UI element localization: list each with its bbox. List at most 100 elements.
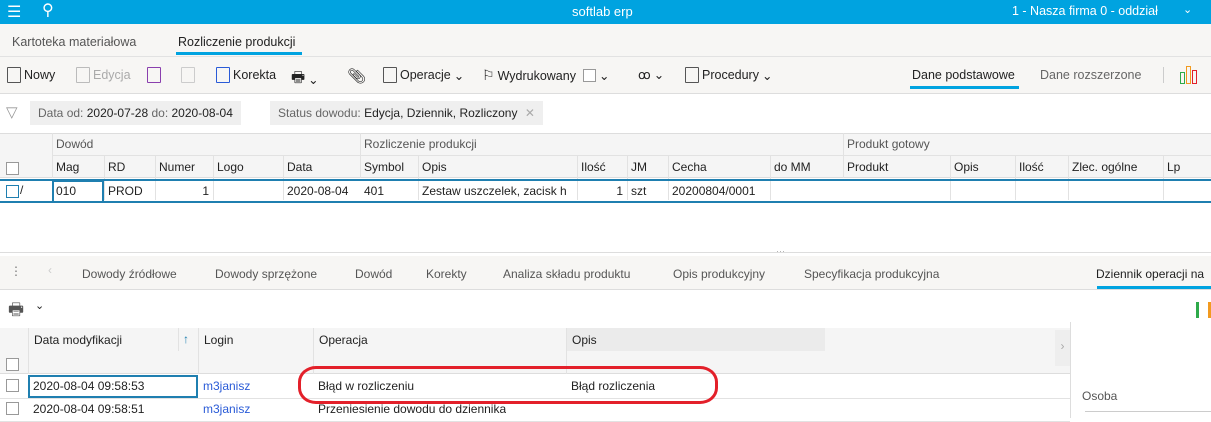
column-header[interactable]: Zlec. ogólne bbox=[1072, 160, 1161, 174]
attach-button[interactable]: 📎︎ bbox=[347, 67, 366, 85]
chevron-down-icon: ⌄ bbox=[308, 73, 319, 87]
app-title: softlab erp bbox=[572, 4, 633, 19]
log-column-header[interactable]: Opis bbox=[572, 333, 597, 347]
column-header[interactable]: Cecha bbox=[672, 160, 768, 174]
login-link[interactable]: m3janisz bbox=[203, 379, 250, 393]
column-header[interactable]: Data bbox=[287, 160, 358, 174]
log-cell: Przeniesienie dowodu do dziennika bbox=[318, 402, 507, 416]
side-panel bbox=[1070, 322, 1211, 418]
person-field-underline[interactable] bbox=[1085, 411, 1211, 412]
log-column-header[interactable]: Login bbox=[204, 333, 233, 347]
column-header[interactable]: Symbol bbox=[364, 160, 416, 174]
toolbar: Nowy Edycja Korekta 🖶 ⌄ 📎︎ Operacje ⌄ ⚐ Wyd… bbox=[0, 57, 1211, 94]
printer-icon: 🖶 bbox=[291, 69, 306, 86]
log-focused-cell bbox=[28, 375, 198, 398]
active-detail-tab-indicator bbox=[1097, 286, 1211, 289]
procedures-button[interactable]: Procedury ⌄ bbox=[685, 67, 772, 83]
tab-rozliczenie[interactable]: Rozliczenie produkcji bbox=[178, 35, 295, 49]
printer-icon[interactable]: 🖶 bbox=[8, 297, 24, 326]
search-icon[interactable]: ⚲ bbox=[42, 0, 54, 20]
basic-data-indicator bbox=[910, 86, 1019, 89]
links-button[interactable]: ꝏ ⌄ bbox=[638, 67, 664, 82]
chevron-down-icon[interactable]: ⌄ bbox=[1183, 3, 1192, 16]
column-divider bbox=[28, 328, 29, 374]
date-filter-chip[interactable]: Data od: 2020-07-28 do: 2020-08-04 bbox=[30, 101, 241, 125]
printed-toggle[interactable]: ⚐ Wydrukowany ⌄ bbox=[482, 67, 609, 84]
edit-document-icon bbox=[76, 67, 90, 83]
splitter[interactable] bbox=[0, 252, 1211, 253]
chevron-down-icon: ⌄ bbox=[761, 68, 773, 83]
chevron-down-icon: ⌄ bbox=[598, 69, 610, 83]
menu-icon[interactable]: ☰ bbox=[7, 2, 21, 22]
detail-tab[interactable]: Dowody źródłowe bbox=[82, 267, 177, 281]
column-header[interactable]: JM bbox=[631, 160, 666, 174]
detail-tab[interactable]: Korekty bbox=[426, 267, 467, 281]
flag-icon: ⚐ bbox=[482, 67, 495, 83]
chevron-down-icon[interactable]: ⌄ bbox=[35, 299, 44, 312]
tab-extended-data[interactable]: Dane rozszerzone bbox=[1040, 68, 1141, 82]
main-tabs: Kartoteka materiałowa Rozliczenie produk… bbox=[0, 24, 1211, 57]
highlight-annotation bbox=[298, 366, 718, 404]
printed-checkbox[interactable] bbox=[582, 69, 596, 82]
chart-icon[interactable] bbox=[1180, 66, 1200, 84]
edit-button[interactable]: Edycja bbox=[76, 67, 131, 83]
detail-tab[interactable]: Analiza składu produktu bbox=[503, 267, 630, 281]
chevron-left-icon[interactable]: ‹ bbox=[48, 263, 52, 277]
selected-row[interactable] bbox=[0, 179, 1211, 203]
info-button[interactable] bbox=[147, 67, 161, 83]
correction-icon bbox=[216, 67, 230, 83]
group-header: Dowód bbox=[56, 137, 94, 151]
group-header: Rozliczenie produkcji bbox=[364, 137, 477, 151]
column-header[interactable]: Numer bbox=[159, 160, 211, 174]
document-delete-icon bbox=[181, 67, 195, 83]
column-header[interactable]: Logo bbox=[217, 160, 281, 174]
row-checkbox[interactable] bbox=[6, 185, 19, 198]
delete-button[interactable] bbox=[181, 67, 195, 83]
splitter-handle[interactable]: ··· bbox=[776, 246, 785, 256]
group-header: Produkt gotowy bbox=[847, 137, 930, 151]
log-select-all-checkbox[interactable] bbox=[6, 358, 19, 371]
column-header[interactable]: do MM bbox=[774, 160, 841, 174]
log-column-header[interactable]: Operacja bbox=[319, 333, 368, 347]
print-button[interactable]: 🖶 ⌄ bbox=[291, 67, 319, 92]
company-selector[interactable]: 1 - Nasza firma 0 - oddział bbox=[1012, 4, 1158, 18]
operations-button[interactable]: Operacje ⌄ bbox=[383, 67, 464, 83]
correction-button[interactable]: Korekta bbox=[216, 67, 276, 83]
detail-tab[interactable]: Dziennik operacji na bbox=[1096, 267, 1204, 281]
sort-ascending-icon[interactable]: ↑ bbox=[183, 332, 189, 346]
log-opis-header-bg bbox=[566, 328, 825, 351]
detail-tab[interactable]: Dowody sprzężone bbox=[215, 267, 317, 281]
log-row-checkbox[interactable] bbox=[6, 379, 19, 392]
document-info-icon bbox=[147, 67, 161, 83]
login-link[interactable]: m3janisz bbox=[203, 402, 250, 416]
close-icon[interactable]: ✕ bbox=[525, 106, 535, 120]
detail-tab[interactable]: Specyfikacja produkcyjna bbox=[804, 267, 939, 281]
status-filter-chip[interactable]: Status dowodu: Edycja, Dziennik, Rozlicz… bbox=[270, 101, 543, 125]
filter-icon[interactable]: ▽ bbox=[6, 103, 18, 121]
procedures-icon bbox=[685, 67, 699, 83]
column-header[interactable]: Opis bbox=[954, 160, 1013, 174]
chart-icon[interactable] bbox=[1196, 302, 1211, 318]
tab-basic-data[interactable]: Dane podstawowe bbox=[912, 68, 1015, 82]
log-cell: 2020-08-04 09:58:51 bbox=[33, 402, 145, 416]
column-divider bbox=[198, 328, 199, 374]
column-header[interactable]: RD bbox=[108, 160, 153, 174]
new-document-icon bbox=[7, 67, 21, 83]
column-header[interactable]: Lp bbox=[1167, 160, 1209, 174]
more-icon[interactable]: ⋮ bbox=[10, 264, 22, 278]
column-header[interactable]: Opis bbox=[422, 160, 575, 174]
person-label: Osoba bbox=[1082, 389, 1118, 403]
column-header[interactable]: Produkt bbox=[847, 160, 948, 174]
focused-cell bbox=[52, 180, 104, 203]
log-row-checkbox[interactable] bbox=[6, 402, 19, 415]
column-header[interactable]: Mag bbox=[56, 160, 102, 174]
tab-kartoteka[interactable]: Kartoteka materiałowa bbox=[12, 35, 136, 49]
detail-tab[interactable]: Opis produkcyjny bbox=[673, 267, 765, 281]
log-scroll-right[interactable]: › bbox=[1055, 330, 1070, 366]
log-column-header[interactable]: Data modyfikacji bbox=[34, 333, 122, 347]
new-button[interactable]: Nowy bbox=[7, 67, 55, 83]
detail-tab[interactable]: Dowód bbox=[355, 267, 392, 281]
column-header[interactable]: Ilość bbox=[1019, 160, 1066, 174]
select-all-checkbox[interactable] bbox=[6, 162, 19, 175]
column-header[interactable]: Ilość bbox=[581, 160, 625, 174]
